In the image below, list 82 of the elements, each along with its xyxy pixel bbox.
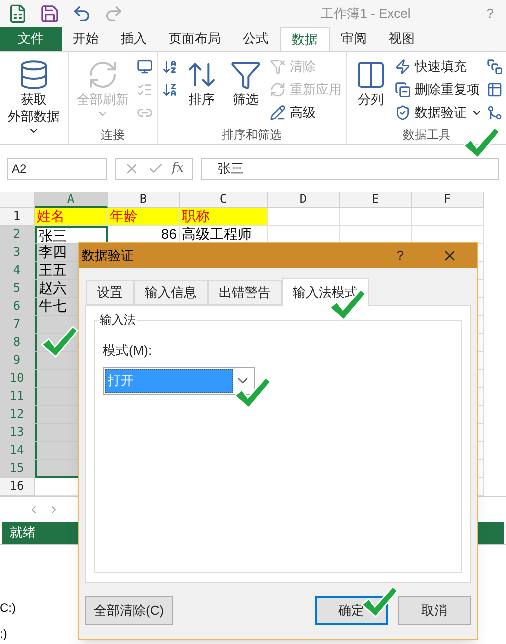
row-header[interactable]: 3 bbox=[0, 244, 35, 262]
group-label: 连接 bbox=[101, 127, 125, 144]
ribbon-button[interactable]: 快速填充 bbox=[395, 55, 483, 78]
ribbon-tab[interactable]: 公式 bbox=[232, 27, 280, 51]
file-tab[interactable]: 文件 bbox=[0, 27, 62, 51]
row-header[interactable]: 2 bbox=[0, 226, 35, 244]
help-button[interactable]: ? bbox=[396, 246, 404, 266]
group-label: 数据工具 bbox=[403, 127, 451, 144]
ribbon-button[interactable]: 删除重复项 bbox=[395, 78, 483, 101]
background-text: C:) bbox=[0, 600, 16, 617]
group-label: 输入法 bbox=[99, 312, 137, 328]
row-header[interactable]: 1 bbox=[0, 208, 35, 226]
dialog-tab[interactable]: 输入信息 bbox=[134, 280, 208, 305]
ribbon-tab[interactable]: 视图 bbox=[378, 27, 426, 51]
column-header[interactable]: F bbox=[412, 192, 484, 208]
row-header[interactable]: 4 bbox=[0, 262, 35, 280]
advanced-filter-icon bbox=[270, 104, 286, 120]
undo-icon[interactable] bbox=[72, 4, 92, 24]
row-header[interactable]: 14 bbox=[0, 442, 35, 460]
background-text: :) bbox=[0, 626, 8, 643]
formula-field[interactable]: 张三 bbox=[201, 158, 499, 180]
consolidate-icon bbox=[487, 58, 503, 74]
ribbon-button[interactable]: 数据验证 bbox=[395, 101, 483, 124]
columns-icon bbox=[355, 59, 387, 91]
table-icon bbox=[487, 82, 503, 98]
ribbon-button[interactable]: 分列 bbox=[351, 55, 391, 108]
ribbon-button[interactable]: 排序 bbox=[182, 55, 222, 108]
lightning-icon bbox=[395, 58, 411, 74]
row-header[interactable]: 8 bbox=[0, 334, 35, 352]
row-header[interactable]: 16 bbox=[0, 478, 35, 496]
ribbon-tab[interactable]: 插入 bbox=[110, 27, 158, 51]
ribbon-tab[interactable]: 审阅 bbox=[330, 27, 378, 51]
field-label: 模式(M): bbox=[103, 342, 154, 360]
column-header[interactable]: A bbox=[35, 192, 108, 208]
ribbon-tab[interactable]: 数据 bbox=[280, 27, 330, 51]
status-text: 就绪 bbox=[10, 524, 36, 542]
database-icon bbox=[18, 59, 50, 91]
sort-descending-icon bbox=[162, 82, 178, 98]
table-cell[interactable]: 姓名 bbox=[35, 208, 108, 226]
column-header[interactable]: E bbox=[340, 192, 412, 208]
reapply-icon bbox=[270, 82, 286, 98]
row-header[interactable]: 13 bbox=[0, 424, 35, 442]
dropdown-value: 打开 bbox=[105, 368, 233, 392]
column-header[interactable]: D bbox=[268, 192, 340, 208]
table-cell[interactable]: 职称 bbox=[180, 208, 268, 226]
remove-duplicates-icon bbox=[395, 82, 411, 98]
ribbon-tab[interactable]: 页面布局 bbox=[158, 27, 232, 51]
name-box[interactable]: A2 bbox=[7, 158, 107, 180]
dialog-button[interactable]: 取消 bbox=[398, 596, 471, 625]
ribbon-button[interactable]: 高级 bbox=[270, 101, 342, 124]
table-cell[interactable]: 年龄 bbox=[108, 208, 180, 226]
group-label: 排序和筛选 bbox=[222, 127, 282, 144]
row-header[interactable]: 15 bbox=[0, 460, 35, 478]
table-cell[interactable]: 张三 bbox=[35, 226, 108, 244]
column-header[interactable]: C bbox=[180, 192, 268, 208]
check-mark-icon bbox=[40, 325, 80, 359]
dialog-tab[interactable]: 出错警告 bbox=[208, 280, 282, 305]
dialog-tab[interactable]: 设置 bbox=[86, 280, 134, 305]
ribbon-button[interactable]: 筛选 bbox=[226, 55, 266, 108]
sort-ascending-icon bbox=[162, 58, 178, 74]
insert-function-button[interactable]: fx bbox=[172, 158, 184, 178]
row-header[interactable]: 10 bbox=[0, 370, 35, 388]
list-icon bbox=[137, 82, 153, 98]
refresh-icon bbox=[87, 59, 119, 91]
validation-icon bbox=[395, 104, 411, 120]
excel-icon[interactable] bbox=[8, 4, 28, 24]
row-header[interactable]: 9 bbox=[0, 352, 35, 370]
row-header[interactable]: 7 bbox=[0, 316, 35, 334]
relationships-icon bbox=[487, 104, 503, 120]
ribbon-tab[interactable]: 开始 bbox=[62, 27, 110, 51]
column-header[interactable]: B bbox=[108, 192, 180, 208]
save-icon[interactable] bbox=[40, 4, 60, 24]
row-header[interactable]: 5 bbox=[0, 280, 35, 298]
clear-filter-icon bbox=[270, 58, 286, 74]
dialog-button[interactable]: 全部清除(C) bbox=[85, 596, 174, 625]
filter-icon bbox=[230, 59, 262, 91]
monitor-icon bbox=[137, 58, 153, 74]
row-header[interactable]: 12 bbox=[0, 406, 35, 424]
row-header[interactable]: 11 bbox=[0, 388, 35, 406]
ribbon-button[interactable]: 获取 外部数据 bbox=[4, 55, 64, 137]
row-header[interactable]: 6 bbox=[0, 298, 35, 316]
window-title: 工作簿1 - Excel bbox=[321, 5, 411, 24]
